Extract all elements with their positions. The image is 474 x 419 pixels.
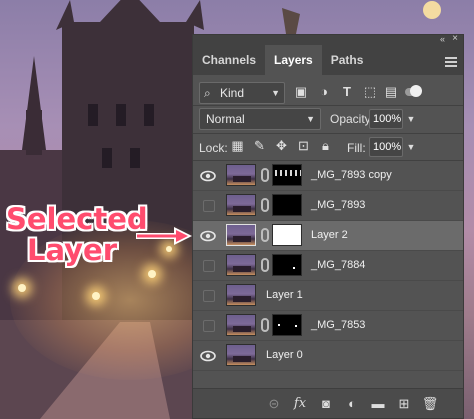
fx-icon[interactable]: fx	[291, 395, 309, 413]
panel-tabs: Channels Layers Paths	[193, 45, 463, 75]
layer-row[interactable]: _MG_7853	[193, 311, 463, 341]
lock-position-icon[interactable]: ✥	[273, 137, 290, 154]
collapse-panel-icon[interactable]: «	[440, 34, 445, 44]
chevron-down-icon: ▼	[306, 114, 315, 124]
layer-mask-thumbnail[interactable]	[272, 254, 302, 276]
panel-bottom-bar: ⊝ fx ◙ ◐ ▬ ⊞ 🗑︎	[193, 388, 463, 418]
layer-row-selected[interactable]: Layer 2	[193, 221, 463, 251]
shape-layer-filter-icon[interactable]: ⬚	[362, 84, 378, 100]
layer-thumbnail	[226, 194, 256, 216]
filter-kind-label: Kind	[220, 86, 245, 100]
layer-thumbnail	[226, 314, 256, 336]
adjustment-layer-filter-icon[interactable]: ◑	[316, 84, 332, 100]
selected-layer-callout: Selected Layer	[6, 202, 148, 267]
layer-thumbnail	[226, 284, 256, 306]
chevron-down-icon: ▼	[271, 88, 280, 98]
street-lamp	[166, 246, 172, 252]
link-layers-icon[interactable]: ⊝	[265, 395, 283, 413]
blend-mode-select[interactable]: Normal ▼	[199, 108, 321, 130]
visibility-toggle[interactable]	[203, 290, 215, 302]
street-lamp	[18, 284, 26, 292]
layer-row[interactable]: Layer 1	[193, 281, 463, 311]
layers-list: _MG_7893 copy _MG_7893 Layer 2 _MG_7884	[193, 161, 463, 371]
fill-dropdown-icon[interactable]: ▼	[404, 137, 418, 157]
divider	[193, 133, 463, 134]
layer-name[interactable]: Layer 0	[266, 349, 303, 361]
link-icon[interactable]	[261, 318, 269, 332]
layer-thumbnail	[226, 254, 256, 276]
eye-icon[interactable]	[199, 167, 217, 185]
street-lamp	[148, 270, 156, 278]
tab-channels[interactable]: Channels	[193, 45, 265, 75]
new-layer-icon[interactable]: ⊞	[395, 395, 413, 413]
layer-row[interactable]: _MG_7893 copy	[193, 161, 463, 191]
new-group-icon[interactable]: ▬	[369, 395, 387, 413]
callout-line-1: Selected	[6, 202, 148, 236]
fill-input[interactable]: 100%	[369, 137, 403, 157]
layer-mask-thumbnail[interactable]	[272, 314, 302, 336]
layer-thumbnail	[226, 224, 256, 246]
layer-name[interactable]: _MG_7893	[311, 199, 365, 211]
panel-titlebar: « ×	[193, 33, 463, 45]
type-layer-filter-icon[interactable]: T	[339, 84, 355, 100]
add-mask-icon[interactable]: ◙	[317, 395, 335, 413]
lock-transparent-pixels-icon[interactable]: ▦	[229, 137, 246, 154]
eye-icon[interactable]	[199, 347, 217, 365]
layer-thumbnail	[226, 344, 256, 366]
filter-row: ⌕ Kind ▼ ▣ ◑ T ⬚ ▤	[199, 82, 457, 106]
link-icon[interactable]	[261, 168, 269, 182]
visibility-toggle[interactable]	[203, 260, 215, 272]
layer-row[interactable]: _MG_7884	[193, 251, 463, 281]
layer-mask-thumbnail[interactable]	[272, 224, 302, 246]
opacity-dropdown-icon[interactable]: ▼	[404, 109, 418, 129]
visibility-toggle[interactable]	[203, 320, 215, 332]
link-icon[interactable]	[261, 258, 269, 272]
adjustment-layer-icon[interactable]: ◐	[343, 395, 361, 413]
layer-name[interactable]: Layer 1	[266, 289, 303, 301]
street-lamp	[92, 292, 100, 300]
divider	[193, 105, 463, 106]
layer-row[interactable]: Layer 0	[193, 341, 463, 371]
blend-mode-value: Normal	[206, 112, 245, 126]
layer-mask-thumbnail[interactable]	[272, 194, 302, 216]
opacity-input[interactable]: 100%	[369, 109, 403, 129]
search-icon: ⌕	[204, 86, 211, 100]
layer-name[interactable]: _MG_7893 copy	[311, 169, 392, 181]
lock-label: Lock:	[199, 141, 228, 155]
filter-toggle-switch[interactable]	[405, 85, 422, 97]
layer-name[interactable]: Layer 2	[311, 229, 348, 241]
pixel-layer-filter-icon[interactable]: ▣	[293, 84, 309, 100]
link-icon[interactable]	[261, 228, 269, 242]
filter-kind-select[interactable]: ⌕ Kind ▼	[199, 82, 285, 104]
trash-icon[interactable]: 🗑︎	[421, 395, 439, 413]
prevent-autonest-icon[interactable]: ⊡	[295, 137, 312, 154]
layer-thumbnail	[226, 164, 256, 186]
tab-layers[interactable]: Layers	[265, 45, 322, 75]
fill-label: Fill:	[347, 141, 366, 155]
tab-paths[interactable]: Paths	[322, 45, 373, 75]
smart-object-filter-icon[interactable]: ▤	[383, 84, 399, 100]
layer-name[interactable]: _MG_7884	[311, 259, 365, 271]
callout-arrow-icon	[136, 227, 192, 245]
callout-line-2: Layer	[26, 233, 118, 267]
opacity-label: Opacity:	[330, 112, 375, 126]
layer-row[interactable]: _MG_7893	[193, 191, 463, 221]
eye-icon[interactable]	[199, 227, 217, 245]
layer-mask-thumbnail[interactable]	[272, 164, 302, 186]
visibility-toggle[interactable]	[203, 200, 215, 212]
panel-menu-icon[interactable]	[445, 55, 457, 69]
layers-panel: « × Channels Layers Paths ⌕ Kind ▼ ▣ ◑ T…	[192, 33, 464, 419]
lock-image-pixels-icon[interactable]: ✎	[251, 137, 268, 154]
close-panel-icon[interactable]: ×	[452, 33, 458, 44]
link-icon[interactable]	[261, 198, 269, 212]
lock-all-icon[interactable]: 🔒︎	[317, 137, 334, 154]
layer-name[interactable]: _MG_7853	[311, 319, 365, 331]
